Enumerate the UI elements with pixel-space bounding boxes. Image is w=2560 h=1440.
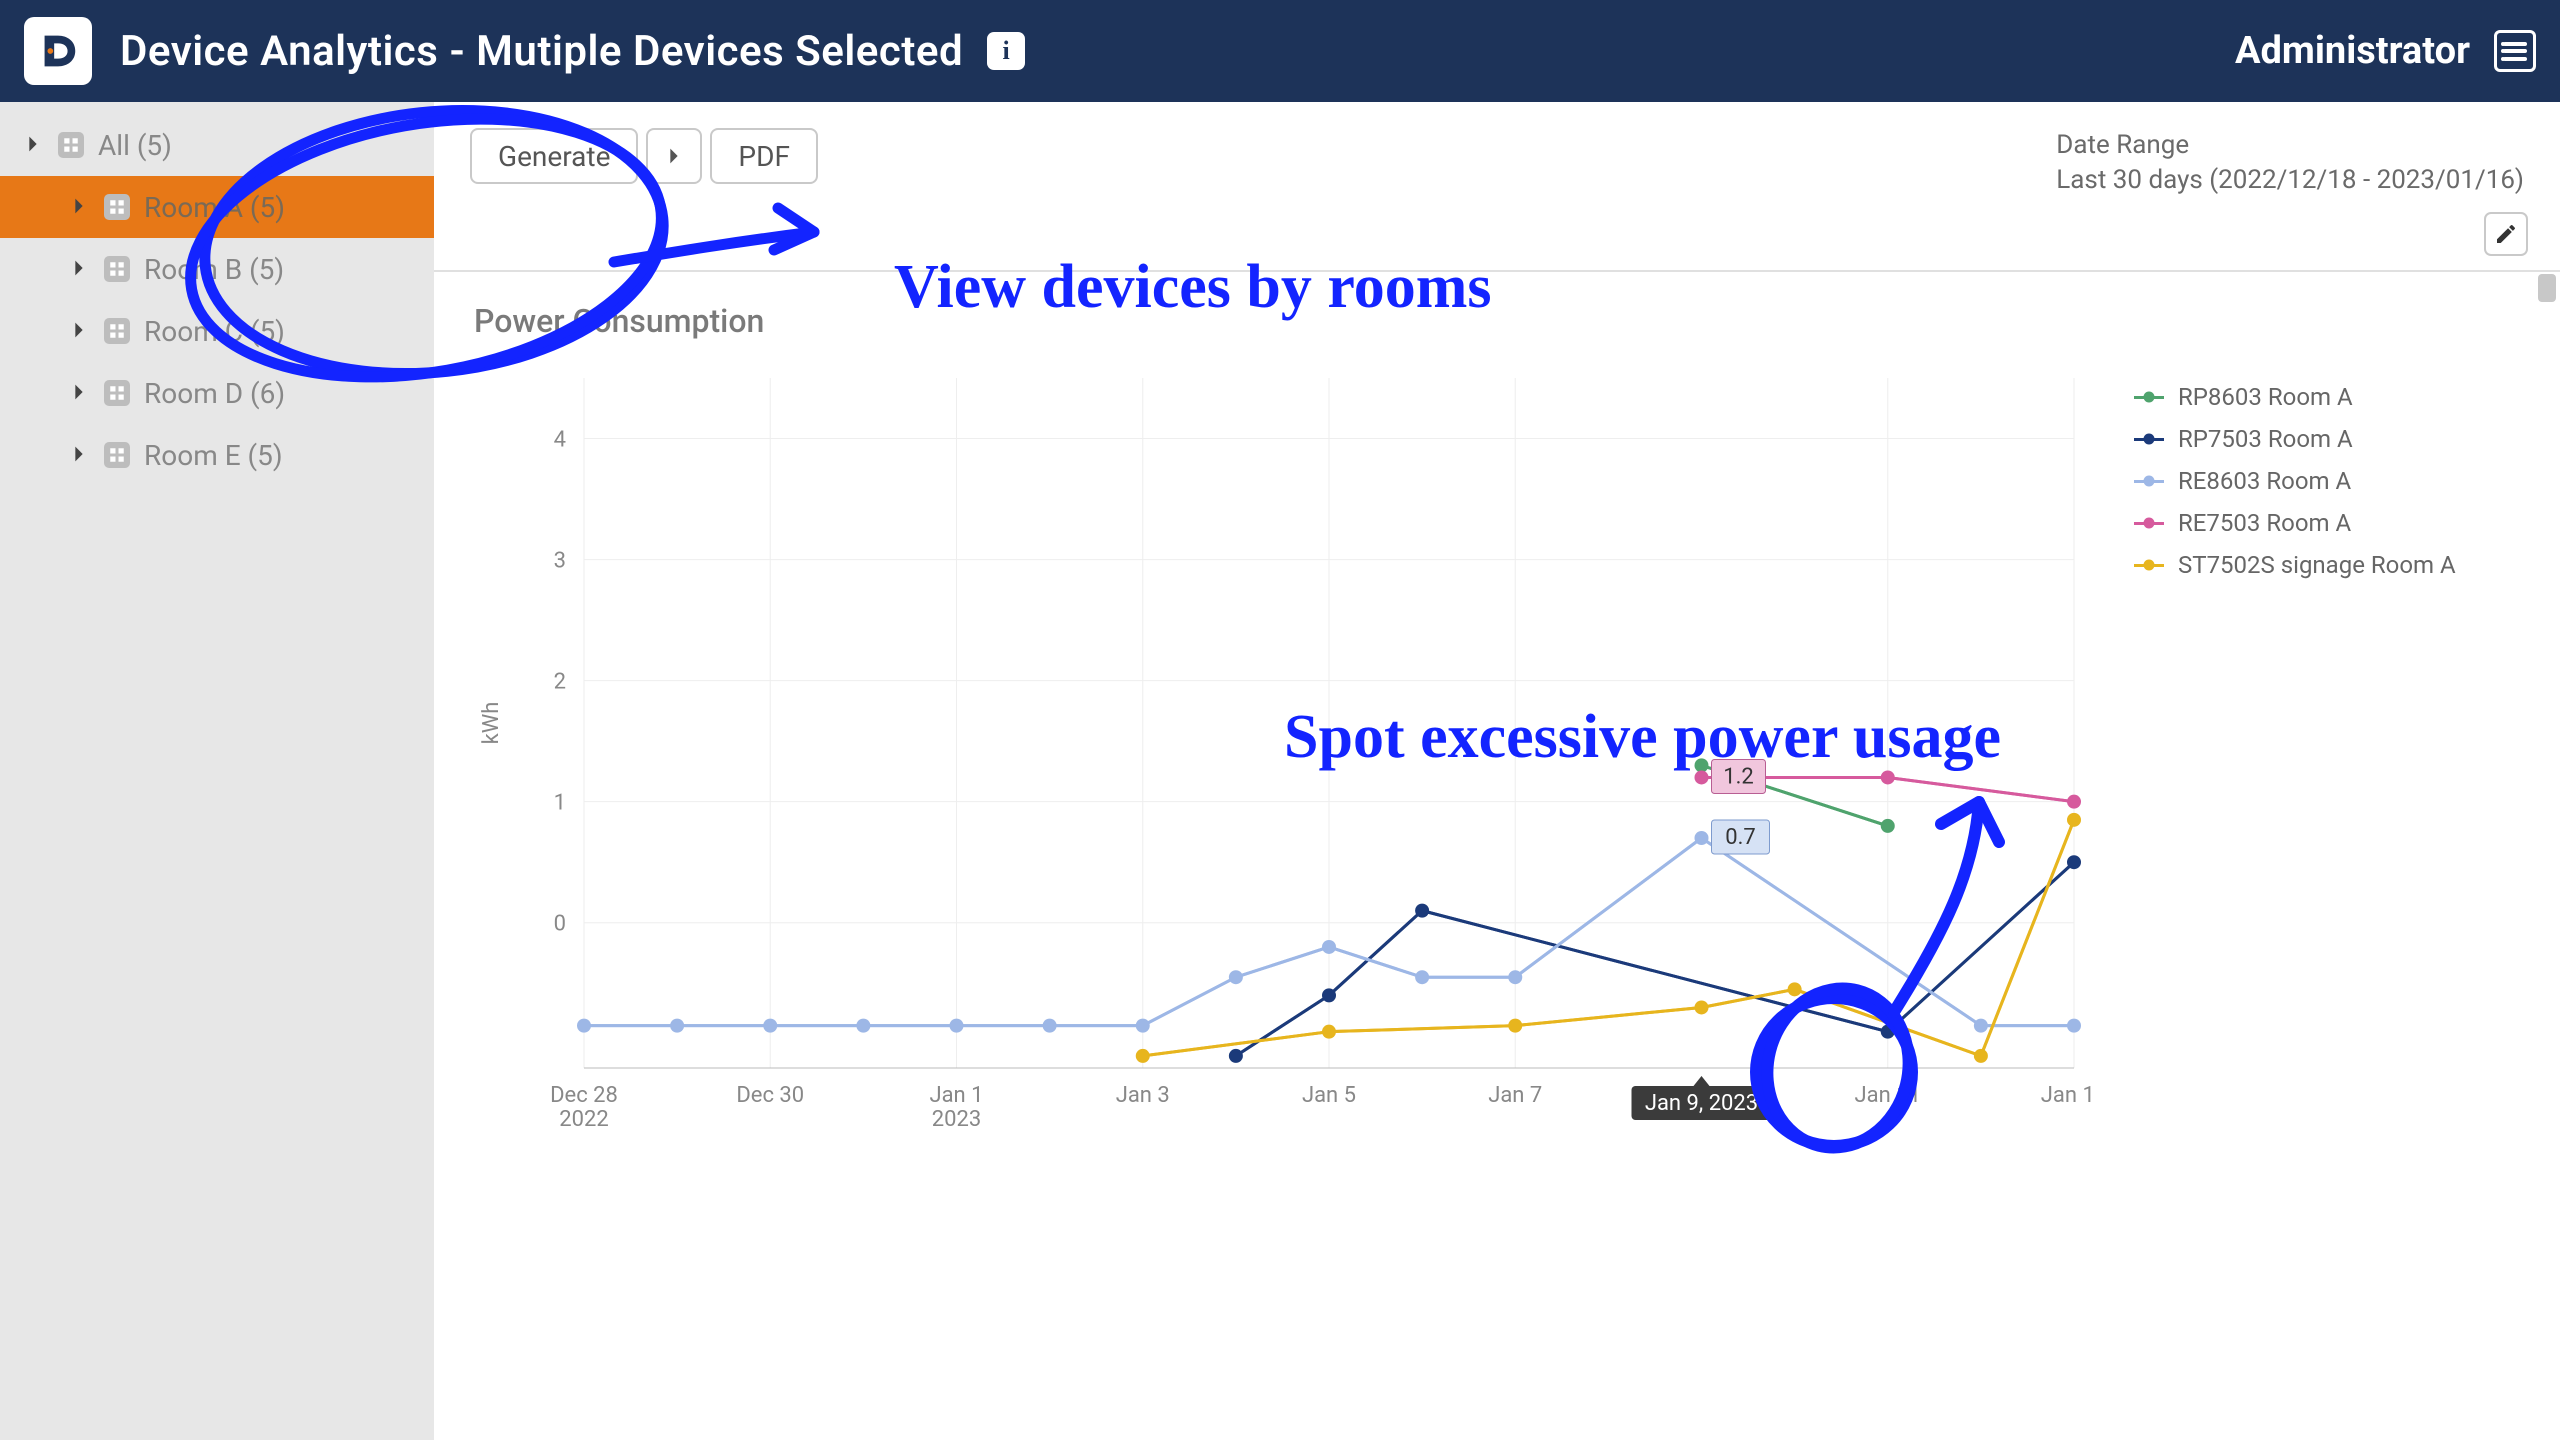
svg-text:2: 2 xyxy=(554,670,566,695)
page-title: Device Analytics - Mutiple Devices Selec… xyxy=(120,27,963,76)
date-range: Date Range Last 30 days (2022/12/18 - 20… xyxy=(2056,128,2524,198)
svg-text:1: 1 xyxy=(554,791,566,816)
legend-swatch xyxy=(2134,396,2164,399)
checkbox-icon[interactable] xyxy=(104,318,130,344)
svg-text:Jan 9, 2023: Jan 9, 2023 xyxy=(1645,1091,1758,1116)
legend-item[interactable]: RE7503 Room A xyxy=(2134,502,2456,544)
svg-text:0.7: 0.7 xyxy=(1725,825,1756,850)
sidebar-item-label: Room E (5) xyxy=(144,439,283,472)
scrollbar-thumb[interactable] xyxy=(2538,274,2556,302)
svg-text:2023: 2023 xyxy=(932,1107,981,1132)
sidebar-item-label: Room C (5) xyxy=(144,315,285,348)
legend-item[interactable]: RE8603 Room A xyxy=(2134,460,2456,502)
legend-label: RE7503 Room A xyxy=(2178,509,2351,537)
legend-swatch xyxy=(2134,480,2164,483)
legend-item[interactable]: ST7502S signage Room A xyxy=(2134,544,2456,586)
svg-text:Jan 7: Jan 7 xyxy=(1488,1083,1542,1108)
checkbox-icon[interactable] xyxy=(104,256,130,282)
svg-text:2022: 2022 xyxy=(559,1107,608,1132)
legend-swatch xyxy=(2134,522,2164,525)
legend-swatch xyxy=(2134,438,2164,441)
legend-label: RE8603 Room A xyxy=(2178,467,2351,495)
pdf-button[interactable]: PDF xyxy=(710,128,818,184)
sidebar-item-4[interactable]: Room D (6) xyxy=(0,362,434,424)
user-role-label[interactable]: Administrator xyxy=(2235,29,2470,73)
toolbar: Generate PDF Date Range Last 30 days (20… xyxy=(434,102,2560,208)
legend-swatch xyxy=(2134,564,2164,567)
svg-text:Dec 30: Dec 30 xyxy=(736,1083,804,1108)
svg-text:Jan 1: Jan 1 xyxy=(929,1083,983,1108)
chevron-right-icon xyxy=(68,253,90,286)
generate-button[interactable]: Generate xyxy=(470,128,638,184)
svg-text:Jan 13: Jan 13 xyxy=(2041,1083,2094,1108)
main-panel: Generate PDF Date Range Last 30 days (20… xyxy=(434,102,2560,1440)
generate-dropdown-icon[interactable] xyxy=(646,128,702,184)
legend-label: RP8603 Room A xyxy=(2178,383,2353,411)
svg-text:Jan 5: Jan 5 xyxy=(1302,1083,1356,1108)
list-view-icon[interactable] xyxy=(2494,30,2536,72)
edit-icon[interactable] xyxy=(2484,212,2528,256)
legend-item[interactable]: RP8603 Room A xyxy=(2134,376,2456,418)
chart-title: Power Consumption xyxy=(474,302,2520,340)
svg-text:kWh: kWh xyxy=(479,702,504,745)
checkbox-icon[interactable] xyxy=(104,194,130,220)
sidebar-item-label: Room A (5) xyxy=(144,191,285,224)
date-range-title: Date Range xyxy=(2056,128,2524,163)
sidebar-item-2[interactable]: Room B (5) xyxy=(0,238,434,300)
date-range-value: Last 30 days (2022/12/18 - 2023/01/16) xyxy=(2056,163,2524,198)
info-icon[interactable]: i xyxy=(987,32,1025,70)
chevron-right-icon xyxy=(22,129,44,162)
svg-text:1.2: 1.2 xyxy=(1723,765,1754,790)
sidebar-item-label: Room D (6) xyxy=(144,377,285,410)
chevron-right-icon xyxy=(68,439,90,472)
checkbox-icon[interactable] xyxy=(104,442,130,468)
sidebar-item-label: All (5) xyxy=(98,129,172,162)
chevron-right-icon xyxy=(68,377,90,410)
sidebar: All (5) Room A (5) Room B (5) Room C (5) Roo… xyxy=(0,102,434,1440)
legend-label: RP7503 Room A xyxy=(2178,425,2353,453)
legend-item[interactable]: RP7503 Room A xyxy=(2134,418,2456,460)
chart-legend: RP8603 Room A RP7503 Room A RE8603 Room A R… xyxy=(2134,368,2456,1192)
power-consumption-chart[interactable]: 0 1 2 3 4 kWh Dec 282022 Dec 30 Jan 12023 Jan 3 Ja… xyxy=(474,368,2094,1192)
svg-text:4: 4 xyxy=(554,428,566,453)
svg-text:Jan 11: Jan 11 xyxy=(1855,1083,1921,1108)
legend-label: ST7502S signage Room A xyxy=(2178,551,2456,579)
sidebar-item-1[interactable]: Room A (5) xyxy=(0,176,434,238)
checkbox-icon[interactable] xyxy=(58,132,84,158)
sidebar-item-3[interactable]: Room C (5) xyxy=(0,300,434,362)
scrollbar[interactable] xyxy=(2532,272,2560,1232)
svg-text:Dec 28: Dec 28 xyxy=(550,1083,618,1108)
chevron-right-icon xyxy=(68,315,90,348)
sidebar-item-0[interactable]: All (5) xyxy=(0,114,434,176)
topbar: Device Analytics - Mutiple Devices Selec… xyxy=(0,0,2560,102)
app-logo[interactable] xyxy=(24,17,92,85)
sidebar-item-label: Room B (5) xyxy=(144,253,284,286)
checkbox-icon[interactable] xyxy=(104,380,130,406)
svg-text:0: 0 xyxy=(554,912,566,937)
svg-text:Jan 3: Jan 3 xyxy=(1116,1083,1170,1108)
chevron-right-icon xyxy=(68,191,90,224)
sidebar-item-5[interactable]: Room E (5) xyxy=(0,424,434,486)
svg-text:3: 3 xyxy=(554,549,566,574)
